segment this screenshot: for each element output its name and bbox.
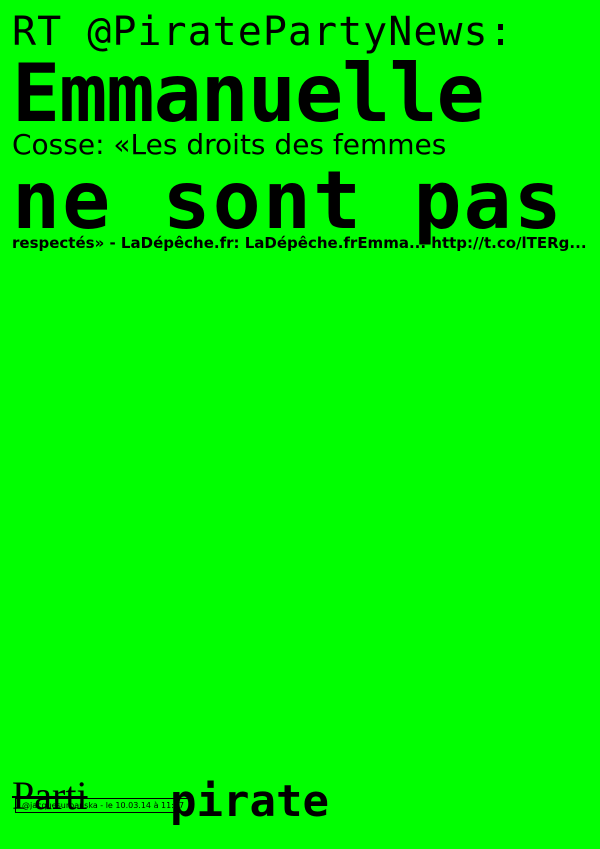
logo-pirate-text: pirate (170, 776, 329, 827)
tweet-line-4: ne sont pas (12, 154, 564, 247)
tweet-line-2: Emmanuelle (12, 47, 485, 140)
credit-label: @jacquesurbanska - le 10.03.14 à 11:17 (15, 798, 192, 813)
tweet-line-5: respectés» - LaDépêche.fr: LaDépêche.frE… (12, 234, 587, 252)
logo-parti-text: Parti (12, 773, 88, 818)
